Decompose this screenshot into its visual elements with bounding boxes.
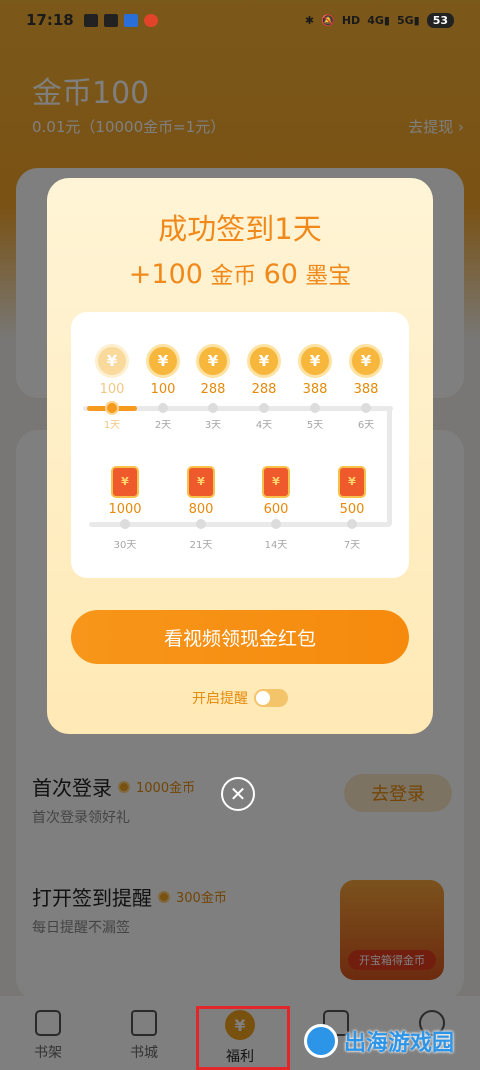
reminder-toggle[interactable] — [254, 689, 288, 707]
day-label: 2天 — [154, 420, 172, 431]
milestone-reward-7: 500 7天 — [327, 466, 377, 551]
reward-amount: 288 — [251, 382, 277, 397]
reward-amount: 1000 — [108, 502, 142, 517]
status-time: 17:18 — [26, 11, 74, 29]
milestone-reward-21: 800 21天 — [176, 466, 226, 551]
active-tab-highlight — [196, 1006, 290, 1070]
reward-amount: 500 — [339, 502, 365, 517]
progress-track — [89, 522, 391, 527]
day-label: 6天 — [357, 420, 375, 431]
reward-amount: 100 — [150, 382, 176, 397]
close-dialog-button[interactable]: ✕ — [221, 777, 255, 811]
dialog-title: 成功签到1天 — [158, 212, 322, 246]
reminder-row: 开启提醒 — [47, 688, 433, 708]
reminder-label: 开启提醒 — [192, 691, 248, 707]
day-reward-3: ¥ 288 3天 — [188, 344, 238, 431]
day-label: 21天 — [189, 540, 213, 551]
weibo-icon — [143, 13, 158, 27]
messages-icon — [83, 13, 98, 27]
day-label: 3天 — [204, 420, 222, 431]
progress-node-current — [105, 401, 119, 415]
progress-node — [158, 403, 168, 413]
watch-video-red-packet-button[interactable]: 看视频领现金红包 — [71, 610, 409, 664]
day-label: 1天 — [103, 420, 121, 431]
mail-icon — [103, 13, 118, 27]
progress-node — [208, 403, 218, 413]
day-reward-2: ¥ 100 2天 — [138, 344, 188, 431]
progress-node — [259, 403, 269, 413]
day-label: 5天 — [306, 420, 324, 431]
progress-node — [120, 519, 130, 529]
day-label: 14天 — [264, 540, 288, 551]
red-envelope-icon — [338, 466, 366, 498]
day-label: 7天 — [343, 540, 361, 551]
toggle-knob — [256, 691, 270, 705]
battery-indicator: 53 — [426, 12, 454, 28]
reward-amount: 100 — [99, 382, 125, 397]
milestone-reward-14: 600 14天 — [251, 466, 301, 551]
signal-5g-icon: 5G▮ — [396, 13, 420, 27]
status-bar: 17:18 ✱ 🔕 HD 4G▮ 5G▮ 53 — [0, 0, 480, 40]
mute-icon: 🔕 — [321, 13, 335, 27]
progress-node — [361, 403, 371, 413]
reward-amount: 388 — [353, 382, 379, 397]
reward-amount: 388 — [302, 382, 328, 397]
coin-icon: ¥ — [247, 344, 281, 378]
day-reward-1: ¥ 100 1天 — [87, 344, 137, 431]
progress-node — [196, 519, 206, 529]
day-label: 30天 — [113, 540, 137, 551]
red-envelope-icon — [262, 466, 290, 498]
reward-amount: 600 — [263, 502, 289, 517]
bluetooth-icon: ✱ — [304, 13, 315, 27]
watermark-logo-icon — [304, 1024, 338, 1058]
coin-icon: ¥ — [146, 344, 180, 378]
day-label: 4天 — [255, 420, 273, 431]
hd-icon: HD — [341, 13, 361, 27]
progress-node — [310, 403, 320, 413]
dialog-reward-summary: +100 金币 60 墨宝 — [128, 259, 352, 290]
reward-amount: 288 — [200, 382, 226, 397]
coin-icon: ¥ — [349, 344, 383, 378]
reward-amount: 800 — [188, 502, 214, 517]
milestone-reward-30: 1000 30天 — [100, 466, 150, 551]
watermark-text: 出海游戏园 — [344, 1031, 455, 1056]
day-reward-4: ¥ 288 4天 — [239, 344, 289, 431]
progress-node — [271, 519, 281, 529]
red-envelope-icon — [111, 466, 139, 498]
signal-4g-icon: 4G▮ — [367, 13, 390, 27]
red-envelope-icon — [187, 466, 215, 498]
close-icon: ✕ — [229, 782, 247, 806]
day-reward-6: ¥ 388 6天 — [341, 344, 391, 431]
coin-icon: ¥ — [298, 344, 332, 378]
progress-node — [347, 519, 357, 529]
day-reward-5: ¥ 388 5天 — [290, 344, 340, 431]
checkin-calendar: ¥ 100 1天 ¥ 100 2天 ¥ 288 3天 ¥ 288 4天 ¥ 38… — [71, 312, 409, 578]
coin-icon: ¥ — [196, 344, 230, 378]
coin-icon: ¥ — [95, 344, 129, 378]
checkin-success-dialog: 成功签到1天 +100 金币 60 墨宝 ¥ 100 1天 ¥ 100 2天 ¥… — [47, 178, 433, 734]
watermark: 出海游戏园 — [304, 1024, 454, 1058]
app-icon — [123, 13, 138, 27]
